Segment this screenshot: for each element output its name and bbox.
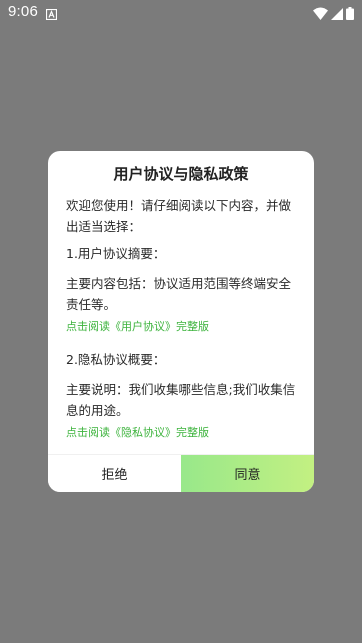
battery-icon xyxy=(346,5,354,24)
privacy-policy-text: 主要说明：我们收集哪些信息;我们收集信息的用途。 xyxy=(66,382,296,418)
status-time: 9:06 xyxy=(8,3,38,20)
screen: 9:06 用户协议与隐私政策 欢迎您使用！请仔细阅读以下内容，并做出适当选择： … xyxy=(0,0,362,643)
agree-button[interactable]: 同意 xyxy=(181,455,314,492)
dialog-body: 欢迎您使用！请仔细阅读以下内容，并做出适当选择： 1.用户协议摘要： 主要内容包… xyxy=(66,195,300,442)
wifi-icon xyxy=(313,5,328,24)
notification-a-icon xyxy=(45,5,58,21)
dialog-button-row: 拒绝 同意 xyxy=(48,454,314,492)
user-agreement-heading: 1.用户协议摘要： xyxy=(66,246,166,261)
cell-signal-icon xyxy=(331,5,343,24)
refuse-button[interactable]: 拒绝 xyxy=(48,455,181,492)
status-bar: 9:06 xyxy=(0,0,362,24)
intro-text: 欢迎您使用！请仔细阅读以下内容，并做出适当选择： xyxy=(66,198,292,234)
user-agreement-link[interactable]: 点击阅读《用户协议》完整版 xyxy=(66,318,300,336)
dialog-title: 用户协议与隐私政策 xyxy=(113,165,249,183)
privacy-dialog: 用户协议与隐私政策 欢迎您使用！请仔细阅读以下内容，并做出适当选择： 1.用户协… xyxy=(48,151,314,492)
privacy-policy-heading: 2.隐私协议概要： xyxy=(66,352,166,367)
user-agreement-text: 主要内容包括：协议适用范围等终端安全责任等。 xyxy=(66,276,292,312)
status-icons xyxy=(313,5,354,24)
privacy-policy-link[interactable]: 点击阅读《隐私协议》完整版 xyxy=(66,424,300,442)
